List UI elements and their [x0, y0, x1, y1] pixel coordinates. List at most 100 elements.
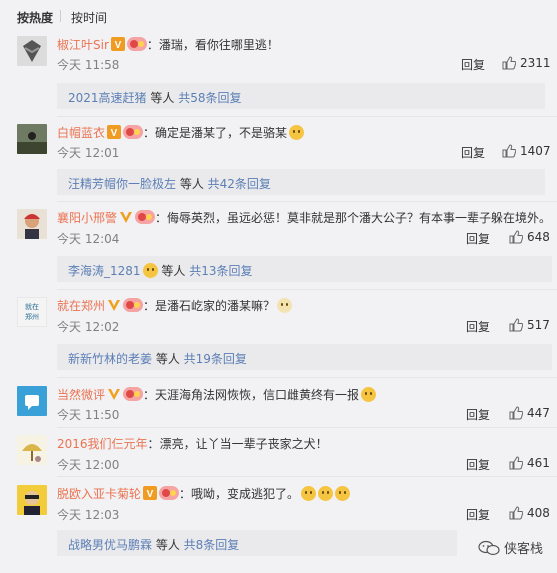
sort-by-hot-tab[interactable]: 按热度 — [17, 9, 53, 26]
like-button[interactable]: 2311 — [502, 56, 551, 70]
fan-medal-icon — [123, 298, 144, 315]
like-count: 1407 — [520, 144, 551, 158]
comment-text: 哦呦，变成逃犯了。 — [191, 487, 300, 501]
fan-medal-icon — [159, 486, 180, 503]
avatar[interactable]: 就在 郑州 — [17, 297, 47, 327]
thumb-up-icon — [509, 318, 524, 332]
sort-by-time-tab[interactable]: 按时间 — [71, 9, 107, 26]
avatar[interactable] — [17, 386, 47, 416]
vip-v-icon — [119, 210, 133, 227]
reply-count-link[interactable]: 共42条回复 — [208, 177, 271, 191]
comment-line: 脱欧入亚卡菊轮 V ：哦呦，变成逃犯了。 — [57, 485, 351, 503]
reply-count-link[interactable]: 共58条回复 — [178, 91, 241, 105]
wechat-icon — [478, 540, 500, 556]
svg-text:就在: 就在 — [25, 302, 39, 311]
username-link[interactable]: 当然微评 — [57, 388, 105, 402]
username-link[interactable]: 就在郑州 — [57, 299, 105, 313]
comment-text: 侮辱英烈，虽远必惩！莫非就是那个潘大公子？有本事一辈子躲在境外。 — [167, 211, 552, 225]
thumb-up-icon — [509, 406, 524, 420]
avatar[interactable] — [17, 485, 47, 515]
comment-text: 潘瑞，看你往哪里逃！ — [158, 38, 279, 52]
like-button[interactable]: 408 — [509, 506, 550, 520]
like-button[interactable]: 1407 — [502, 144, 551, 158]
reply-summary[interactable]: 汪精芳帽你一脸极左 等人 共42条回复 — [57, 169, 545, 195]
reply-count-link[interactable]: 共19条回复 — [184, 352, 247, 366]
comment-line: 白帽蓝衣 V ：确定是潘某了，不是骆某 — [57, 124, 305, 142]
watermark-text: 侠客栈 — [504, 542, 544, 557]
emoji-icon — [142, 263, 158, 278]
comment-text: 漂亮，让丫当一辈子丧家之犬！ — [159, 437, 328, 451]
comment-text: 确定是潘某了，不是骆某 — [155, 126, 288, 140]
avatar[interactable] — [17, 124, 47, 154]
svg-text:V: V — [147, 489, 154, 500]
like-button[interactable]: 447 — [509, 406, 550, 420]
reply-user-link[interactable]: 新新竹林的老姜 — [68, 352, 152, 366]
reply-button[interactable]: 回复 — [466, 230, 490, 247]
reply-user-link[interactable]: 2021高速赶猪 — [68, 91, 147, 105]
divider — [57, 289, 557, 290]
thumb-up-icon — [502, 144, 517, 158]
sort-bar: 按热度 按时间 — [0, 0, 557, 32]
verified-v-icon: V — [107, 125, 122, 142]
reply-summary[interactable]: 新新竹林的老姜 等人 共19条回复 — [57, 344, 552, 370]
avatar[interactable] — [17, 209, 47, 239]
comment-time: 今天 12:01 — [57, 146, 120, 160]
fan-medal-icon — [123, 387, 144, 404]
svg-text:郑州: 郑州 — [25, 313, 39, 321]
comment-time: 今天 12:03 — [57, 508, 120, 522]
emoji-icon — [277, 298, 293, 313]
watermark: 侠客栈 — [478, 538, 543, 557]
svg-text:V: V — [111, 128, 118, 139]
username-link[interactable]: 襄阳小邢警 — [57, 211, 117, 225]
verified-v-icon: V — [110, 37, 125, 54]
divider — [57, 427, 557, 428]
avatar[interactable] — [17, 435, 47, 465]
comment-text: 天涯海角法网恢恢，信口雌黄终有一报 — [155, 388, 360, 402]
like-button[interactable]: 461 — [509, 456, 550, 470]
emoji-icon — [289, 125, 305, 140]
username-link[interactable]: 白帽蓝衣 — [57, 126, 105, 140]
comment-time: 今天 12:02 — [57, 320, 120, 334]
divider — [57, 377, 557, 378]
reply-summary[interactable]: 2021高速赶猪 等人 共58条回复 — [57, 83, 545, 109]
username-link[interactable]: 脱欧入亚卡菊轮 — [57, 487, 141, 501]
thumb-up-icon — [509, 456, 524, 470]
comment-line: 就在郑州 ：是潘石屹家的潘某嘛？ — [57, 297, 293, 315]
thumb-up-icon — [509, 506, 524, 520]
reply-user-link[interactable]: 李海涛_1281 — [68, 264, 141, 278]
reply-button[interactable]: 回复 — [466, 506, 490, 523]
like-button[interactable]: 648 — [509, 230, 550, 244]
reply-button[interactable]: 回复 — [461, 56, 485, 73]
avatar[interactable] — [17, 36, 47, 66]
svg-text:V: V — [115, 40, 122, 51]
reply-summary[interactable]: 李海涛_1281 等人 共13条回复 — [57, 256, 552, 282]
comment-text: 是潘石屹家的潘某嘛？ — [155, 299, 276, 313]
username-link[interactable]: 椒江叶Sir — [57, 38, 109, 52]
reply-count-link[interactable]: 共13条回复 — [189, 264, 252, 278]
like-count: 408 — [527, 506, 550, 520]
comment-line: 襄阳小邢警 ：侮辱英烈，虽远必惩！莫非就是那个潘大公子？有本事一辈子躲在境外。 — [57, 210, 552, 227]
comment-line: 当然微评 ：天涯海角法网恢恢，信口雌黄终有一报 — [57, 386, 377, 404]
fan-medal-icon — [126, 37, 147, 54]
like-button[interactable]: 517 — [509, 318, 550, 332]
like-count: 447 — [527, 406, 550, 420]
divider — [57, 201, 557, 202]
username-link[interactable]: 2016我们仨元年 — [57, 437, 148, 451]
reply-button[interactable]: 回复 — [461, 144, 485, 161]
like-count: 648 — [527, 230, 550, 244]
like-count: 2311 — [520, 56, 551, 70]
comment-time: 今天 12:04 — [57, 232, 120, 246]
divider — [57, 476, 557, 477]
fan-medal-icon — [135, 210, 156, 227]
reply-button[interactable]: 回复 — [466, 318, 490, 335]
reply-button[interactable]: 回复 — [466, 406, 490, 423]
comment-time: 今天 12:00 — [57, 458, 120, 472]
reply-user-link[interactable]: 战略男优马鹏霖 — [68, 538, 152, 552]
reply-count-link[interactable]: 共8条回复 — [184, 538, 240, 552]
reply-summary[interactable]: 战略男优马鹏霖 等人 共8条回复 — [57, 530, 457, 556]
reply-button[interactable]: 回复 — [466, 456, 490, 473]
vip-v-icon — [107, 387, 121, 404]
comment-line: 椒江叶Sir V ：潘瑞，看你往哪里逃！ — [57, 37, 279, 54]
divider — [57, 116, 557, 117]
reply-user-link[interactable]: 汪精芳帽你一脸极左 — [68, 177, 176, 191]
